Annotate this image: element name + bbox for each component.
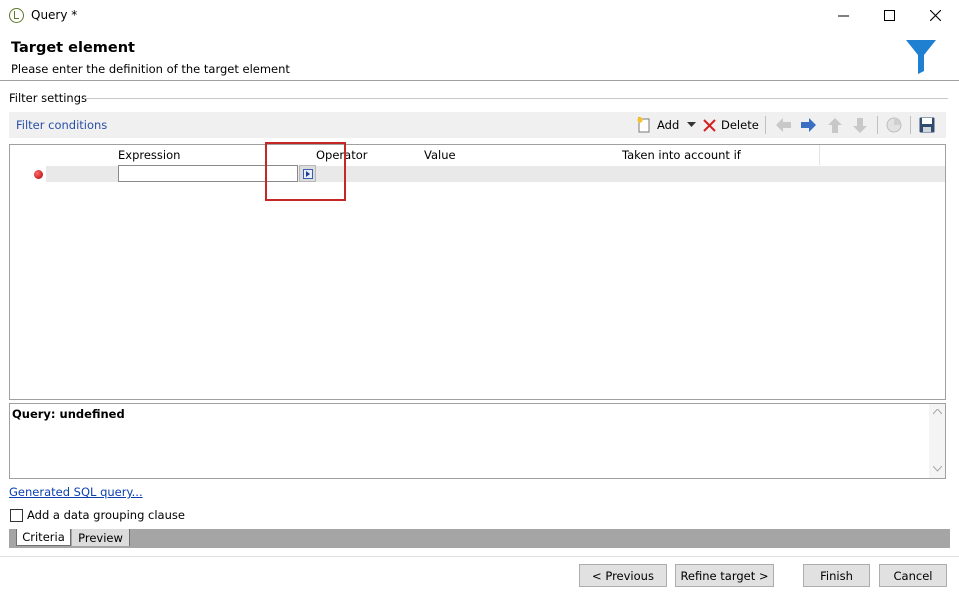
app-icon	[9, 8, 24, 23]
finish-button[interactable]: Finish	[803, 564, 870, 587]
add-document-icon	[637, 117, 650, 133]
arrow-left-icon	[776, 118, 791, 132]
refine-target-button[interactable]: Refine target >	[675, 564, 774, 587]
highlight-annotation	[265, 142, 346, 201]
page-title: Target element	[11, 40, 135, 56]
wizard-header: Target element Please enter the definiti…	[0, 31, 959, 81]
arrow-down-icon	[853, 117, 867, 133]
toolbar-separator	[877, 116, 878, 134]
pie-chart-icon	[886, 117, 902, 133]
move-right-button[interactable]	[801, 115, 816, 135]
add-button[interactable]: Add	[637, 115, 679, 135]
footer-divider	[0, 556, 959, 557]
delete-x-icon	[703, 118, 716, 132]
filter-settings-label: Filter settings	[9, 91, 87, 105]
conditions-grid[interactable]: Expression Operator Value Taken into acc…	[9, 144, 946, 400]
chevron-down-icon	[687, 122, 696, 127]
group-divider	[84, 98, 948, 99]
move-up-button[interactable]	[828, 115, 842, 135]
filter-toolbar: Filter conditions Add Delete	[9, 112, 946, 138]
maximize-button[interactable]	[866, 0, 912, 31]
tab-strip: Criteria Preview	[9, 529, 950, 548]
filter-conditions-label: Filter conditions	[16, 118, 108, 132]
arrow-up-icon	[828, 117, 842, 133]
page-subtitle: Please enter the definition of the targe…	[11, 62, 290, 76]
column-header-expression[interactable]: Expression	[118, 148, 180, 162]
minimize-button[interactable]	[820, 0, 866, 31]
save-icon	[919, 117, 935, 133]
scroll-up-icon[interactable]	[933, 409, 942, 415]
move-left-button[interactable]	[776, 115, 791, 135]
add-dropdown-button[interactable]	[687, 115, 696, 135]
generated-sql-link[interactable]: Generated SQL query...	[9, 485, 143, 499]
column-header-condition[interactable]: Taken into account if	[622, 148, 741, 162]
distribution-button[interactable]	[886, 115, 902, 135]
minimize-icon	[837, 15, 849, 17]
save-button[interactable]	[919, 115, 935, 135]
maximize-icon	[883, 10, 895, 21]
arrow-right-icon	[801, 118, 816, 132]
funnel-icon	[906, 40, 936, 74]
close-icon	[929, 10, 941, 21]
close-button[interactable]	[912, 0, 958, 31]
delete-button[interactable]: Delete	[703, 115, 759, 135]
scroll-down-icon[interactable]	[933, 466, 942, 472]
row-status-icon	[34, 170, 43, 179]
grouping-checkbox[interactable]	[10, 509, 23, 522]
column-header-value[interactable]: Value	[424, 148, 456, 162]
delete-label: Delete	[721, 118, 759, 132]
query-summary-box: Query: undefined	[9, 403, 946, 479]
move-down-button[interactable]	[853, 115, 867, 135]
add-label: Add	[657, 118, 680, 132]
query-scrollbar[interactable]	[929, 404, 945, 478]
window-title: Query *	[31, 8, 78, 22]
toolbar-separator	[765, 116, 766, 134]
column-divider	[819, 145, 820, 165]
tab-preview[interactable]: Preview	[72, 529, 130, 546]
cancel-button[interactable]: Cancel	[879, 564, 947, 587]
previous-button[interactable]: < Previous	[579, 564, 667, 587]
grouping-label: Add a data grouping clause	[27, 508, 185, 522]
tab-criteria[interactable]: Criteria	[16, 529, 71, 546]
query-text: Query: undefined	[12, 407, 125, 421]
toolbar-separator	[910, 116, 911, 134]
title-bar: Query *	[0, 0, 959, 31]
